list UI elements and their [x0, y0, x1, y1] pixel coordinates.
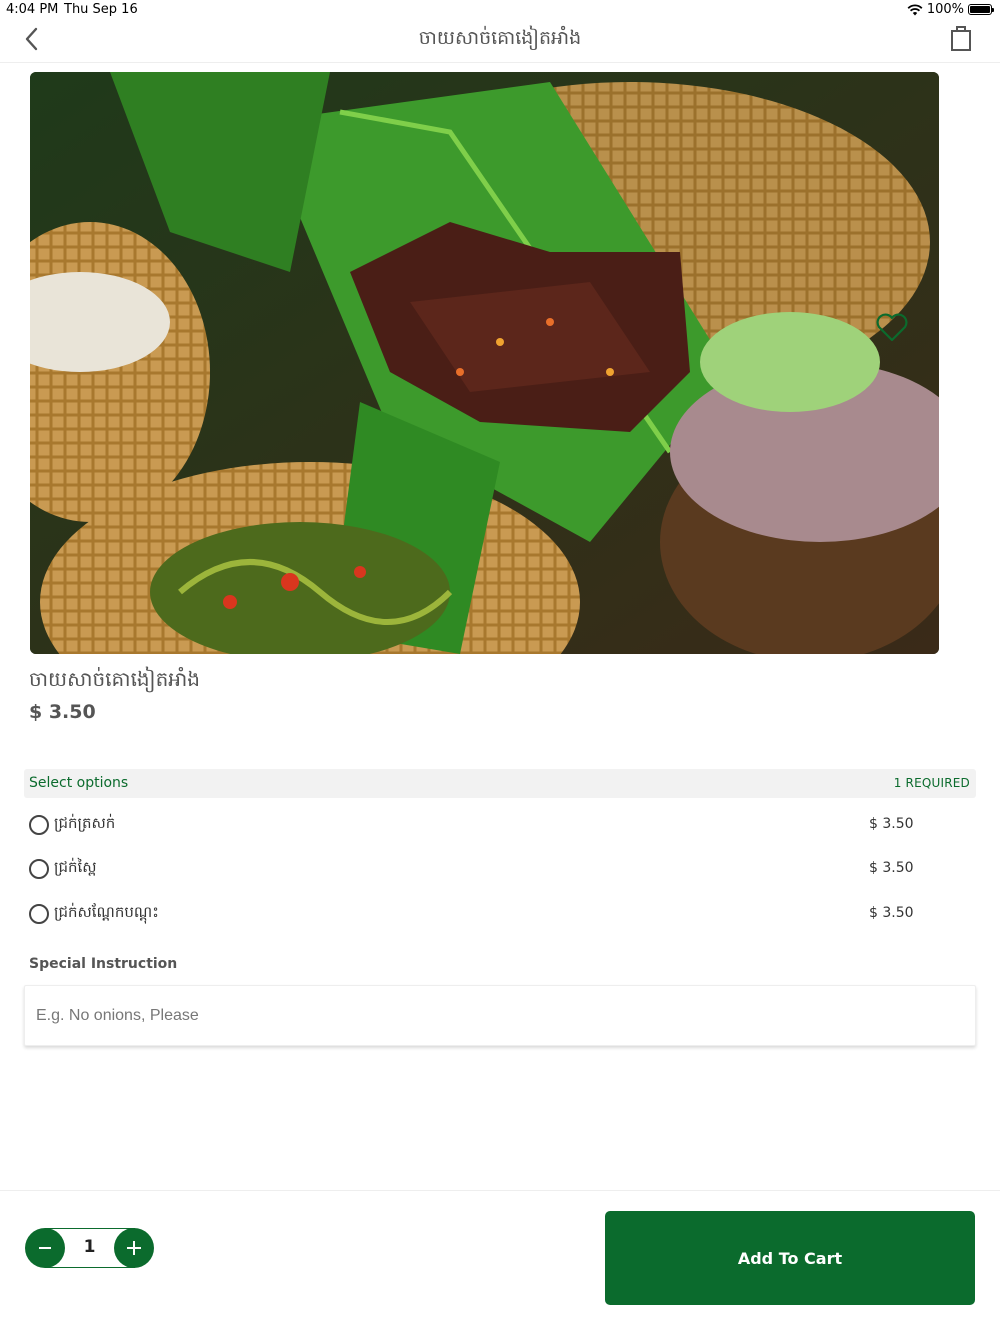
heart-icon	[876, 313, 908, 342]
option-label: ជ្រក់ស្ពៃ	[54, 858, 97, 876]
product-image	[30, 72, 939, 654]
bottom-bar: 1 Add To Cart	[0, 1190, 1000, 1334]
special-instruction-label: Special Instruction	[29, 956, 178, 972]
option-price: $ 3.50	[869, 860, 914, 876]
nav-bar: ចាយសាច់គោងៀតអាំង	[0, 20, 1000, 63]
special-instruction-input[interactable]	[24, 985, 976, 1046]
decrease-button[interactable]	[25, 1228, 65, 1268]
option-price: $ 3.50	[869, 816, 914, 832]
status-indicators: 100%	[907, 2, 994, 17]
options-title: Select options	[29, 775, 129, 791]
favorite-button[interactable]	[875, 312, 909, 344]
option-row[interactable]: ជ្រក់ត្រសក់ $ 3.50	[29, 813, 929, 843]
option-label: ជ្រក់សណ្តែកបណ្តុះ	[54, 903, 159, 921]
status-bar: 4:04 PM Thu Sep 16 100%	[0, 0, 1000, 20]
battery-level	[970, 6, 990, 13]
product-price: $ 3.50	[29, 701, 96, 723]
option-row[interactable]: ជ្រក់ស្ពៃ $ 3.50	[29, 857, 929, 887]
increase-button[interactable]	[114, 1228, 154, 1268]
add-to-cart-button[interactable]: Add To Cart	[605, 1211, 975, 1305]
quantity-value: 1	[83, 1237, 96, 1257]
option-row[interactable]: ជ្រក់សណ្តែកបណ្តុះ $ 3.50	[29, 902, 929, 932]
radio-button[interactable]	[29, 815, 49, 835]
page-title: ចាយសាច់គោងៀតអាំង	[418, 27, 582, 49]
quantity-stepper: 1	[25, 1228, 155, 1268]
battery-percent: 100%	[926, 2, 964, 17]
battery-icon	[968, 4, 994, 15]
wifi-icon	[907, 3, 923, 15]
option-label: ជ្រក់ត្រសក់	[54, 814, 116, 832]
radio-button[interactable]	[29, 904, 49, 924]
cart-button[interactable]	[948, 23, 974, 53]
option-price: $ 3.50	[869, 905, 914, 921]
minus-icon	[39, 1247, 51, 1249]
radio-button[interactable]	[29, 859, 49, 879]
status-time: 4:04 PM	[6, 2, 59, 17]
options-header: Select options 1 REQUIRED	[24, 769, 976, 798]
plus-icon	[127, 1241, 141, 1255]
status-date: Thu Sep 16	[64, 2, 138, 17]
required-badge: 1 REQUIRED	[893, 776, 970, 790]
product-name: ចាយសាច់គោងៀតអាំង	[29, 667, 200, 691]
shopping-bag-icon	[951, 26, 971, 51]
